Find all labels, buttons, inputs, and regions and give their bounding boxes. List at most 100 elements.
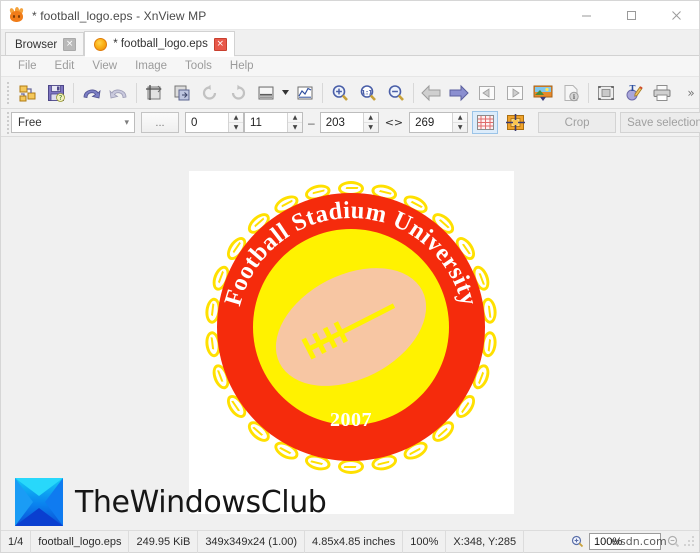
selection-height-stepper[interactable]: 269 ▲ ▼ (409, 112, 469, 133)
window-resize-grip[interactable] (683, 535, 697, 549)
window-title: * football_logo.eps - XnView MP (32, 8, 207, 23)
menu-file[interactable]: File (9, 58, 46, 74)
toolbar-separator (413, 82, 414, 103)
curves-icon[interactable] (291, 79, 319, 107)
tab-football-logo-label: * football_logo.eps (113, 38, 208, 50)
save-icon[interactable]: ? (42, 79, 70, 107)
selection-x-stepper[interactable]: 0 ▲ ▼ (185, 112, 244, 133)
status-zoom-percent: 100% (403, 530, 447, 553)
selection-grid-icon[interactable] (472, 111, 499, 134)
tab-browser-label: Browser (15, 38, 58, 51)
annotate-icon[interactable]: T (620, 79, 648, 107)
menu-tools[interactable]: Tools (176, 58, 221, 74)
status-zoom-in-icon[interactable] (567, 535, 587, 548)
image-canvas[interactable]: Football Stadium University 2007 TheWind… (1, 137, 699, 530)
batch-convert-icon[interactable] (14, 79, 42, 107)
toolbar-separator (73, 82, 74, 103)
tab-football-logo-close-icon[interactable]: × (213, 37, 227, 51)
selection-y-arrows[interactable]: ▲ ▼ (287, 113, 302, 132)
menu-bar: File Edit View Image Tools Help (1, 56, 699, 77)
selection-width-stepper[interactable]: 203 ▲ ▼ (319, 112, 379, 133)
status-zoom-out-icon[interactable] (663, 535, 683, 548)
zoom-level-value: 100% (594, 535, 623, 548)
tab-strip: Browser × * football_logo.eps × (1, 30, 699, 57)
crop-button[interactable]: Crop (538, 112, 617, 133)
print-icon[interactable] (648, 79, 676, 107)
main-toolbar: ? 1:1 i T » (1, 77, 699, 109)
toolbar-separator (136, 82, 137, 103)
save-selection-as-button[interactable]: Save selection as... (620, 112, 700, 133)
crop-icon[interactable] (140, 79, 168, 107)
last-image-icon[interactable] (501, 79, 529, 107)
status-index: 1/4 (1, 530, 32, 553)
toolbar-separator (322, 82, 323, 103)
close-button[interactable] (654, 1, 699, 30)
selection-height-arrows[interactable]: ▲ ▼ (452, 113, 468, 132)
toolbar-grip[interactable] (5, 81, 12, 104)
previous-image-icon[interactable] (417, 79, 445, 107)
tab-browser-close-icon[interactable]: × (63, 38, 77, 51)
menu-edit[interactable]: Edit (46, 58, 84, 74)
slideshow-icon[interactable] (529, 79, 557, 107)
xnview-flame-icon (9, 6, 25, 24)
selection-toolbar: Free ▾ ... 0 ▲ ▼ 11 ▲ ▼ – 203 ▲ ▼ <> 269 ▲ ▼ (1, 109, 700, 137)
thewindowsclub-logo-icon (15, 478, 63, 526)
selection-toolbar-grip[interactable] (5, 111, 9, 134)
resize-icon[interactable] (168, 79, 196, 107)
image-tab-icon (94, 37, 108, 51)
minimize-button[interactable] (564, 1, 609, 30)
status-filesize: 249.95 KiB (129, 530, 199, 553)
football-illustration (253, 229, 449, 425)
menu-image[interactable]: Image (126, 58, 176, 74)
selection-width-arrows[interactable]: ▲ ▼ (362, 113, 378, 132)
adjust-icon[interactable] (252, 79, 280, 107)
first-image-icon[interactable] (473, 79, 501, 107)
football-logo-emblem: Football Stadium University 2007 (201, 177, 501, 477)
menu-view[interactable]: View (83, 58, 126, 74)
emblem-year-text: 2007 (330, 409, 372, 431)
fullscreen-icon[interactable] (592, 79, 620, 107)
toolbar-separator (588, 82, 589, 103)
svg-text:T: T (630, 83, 636, 93)
zoom-out-icon[interactable] (382, 79, 410, 107)
thewindowsclub-watermark: TheWindowsClub (15, 478, 327, 526)
football-shape (253, 244, 449, 410)
redo-icon[interactable] (105, 79, 133, 107)
maximize-button[interactable] (609, 1, 654, 30)
menu-help[interactable]: Help (221, 58, 263, 74)
selection-y-value: 11 (250, 116, 262, 129)
rotate-right-icon[interactable] (224, 79, 252, 107)
adjust-dropdown-chevron-down-icon[interactable] (280, 79, 291, 107)
undo-icon[interactable] (77, 79, 105, 107)
aspect-ratio-value: Free (18, 116, 42, 129)
selection-swap-button[interactable]: <> (379, 116, 409, 129)
title-bar: * football_logo.eps - XnView MP (1, 1, 699, 30)
selection-height-value: 269 (415, 116, 435, 129)
toolbar-overflow-button[interactable]: » (683, 79, 699, 107)
zoom-actual-icon[interactable]: 1:1 (354, 79, 382, 107)
tab-football-logo[interactable]: * football_logo.eps × (84, 31, 235, 57)
zoom-in-icon[interactable] (326, 79, 354, 107)
window-controls (564, 1, 699, 30)
thewindowsclub-brand-text: TheWindowsClub (75, 484, 327, 520)
zoom-level-input[interactable]: 100% (589, 533, 661, 550)
status-bar: 1/4 football_logo.eps 249.95 KiB 349x349… (1, 530, 699, 553)
selection-x-arrows[interactable]: ▲ ▼ (228, 113, 243, 132)
status-dimensions: 349x349x24 (1.00) (198, 530, 306, 553)
status-print-size: 4.85x4.85 inches (305, 530, 404, 553)
image-sheet[interactable]: Football Stadium University 2007 (189, 171, 514, 514)
selection-y-stepper[interactable]: 11 ▲ ▼ (244, 112, 303, 133)
svg-text:?: ? (59, 94, 63, 102)
status-filename: football_logo.eps (31, 530, 130, 553)
selection-dash-separator: – (308, 115, 315, 130)
aspect-ratio-select[interactable]: Free ▾ (11, 112, 135, 133)
rotate-left-icon[interactable] (196, 79, 224, 107)
info-icon[interactable]: i (557, 79, 585, 107)
xnview-window: * football_logo.eps - XnView MP Browser … (0, 0, 700, 553)
tab-browser[interactable]: Browser × (5, 32, 85, 56)
next-image-icon[interactable] (445, 79, 473, 107)
chevron-down-icon: ▾ (124, 117, 129, 128)
status-cursor-position: X:348, Y:285 (446, 530, 525, 553)
selection-mask-icon[interactable] (502, 111, 528, 134)
selection-options-button[interactable]: ... (141, 112, 179, 133)
